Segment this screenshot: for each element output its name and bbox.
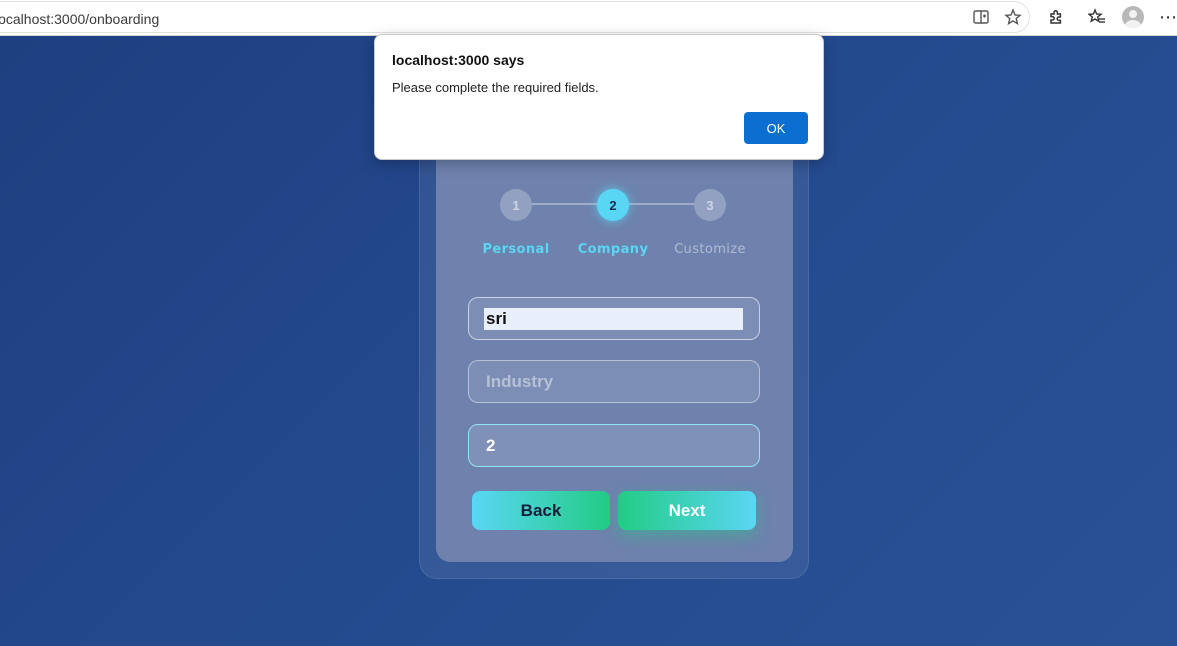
- dialog-title: localhost:3000 says: [392, 52, 525, 68]
- step-3-indicator: 3: [694, 189, 726, 221]
- step-1-label: Personal: [482, 242, 550, 257]
- more-menu-icon[interactable]: ⋯: [1157, 6, 1177, 28]
- company-name-value[interactable]: sri: [484, 308, 743, 330]
- industry-input[interactable]: [468, 360, 760, 403]
- favorites-list-icon[interactable]: [1086, 6, 1108, 28]
- profile-avatar[interactable]: [1122, 6, 1144, 28]
- alert-dialog: localhost:3000 says Please complete the …: [374, 34, 824, 160]
- next-button[interactable]: Next: [618, 491, 756, 530]
- favorite-star-icon[interactable]: [1002, 6, 1024, 28]
- address-bar[interactable]: localhost:3000/onboarding: [0, 1, 1030, 33]
- back-button[interactable]: Back: [472, 491, 610, 530]
- browser-toolbar: localhost:3000/onboarding ⋯: [0, 0, 1177, 36]
- step-1-indicator: 1: [500, 189, 532, 221]
- stepper-connector-2: [629, 203, 694, 205]
- step-2-label: Company: [577, 242, 649, 257]
- team-size-input[interactable]: [468, 424, 760, 467]
- split-screen-icon[interactable]: [970, 6, 992, 28]
- dialog-message: Please complete the required fields.: [392, 80, 599, 95]
- step-3-label: Customize: [674, 242, 746, 257]
- stepper-connector-1: [532, 203, 597, 205]
- step-2-indicator: 2: [597, 189, 629, 221]
- extensions-icon[interactable]: [1045, 6, 1067, 28]
- url-text[interactable]: localhost:3000/onboarding: [0, 11, 159, 27]
- ok-button[interactable]: OK: [744, 112, 808, 144]
